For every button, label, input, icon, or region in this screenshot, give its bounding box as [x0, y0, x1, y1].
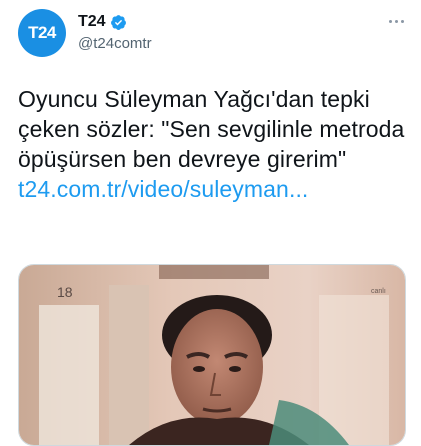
tweet-link[interactable]: t24.com.tr/video/suleyman...: [18, 174, 408, 204]
display-name-row: T24: [78, 12, 152, 32]
avatar[interactable]: T24: [18, 9, 66, 57]
tweet-body: Oyuncu Süleyman Yağcı'dan tepki çeken sö…: [18, 84, 408, 204]
video-still-illustration: 18 canlı: [19, 265, 405, 445]
user-handle[interactable]: @t24comtr: [78, 34, 152, 54]
display-name[interactable]: T24: [78, 12, 106, 32]
verified-badge-icon: [110, 14, 126, 30]
avatar-logo-text: T24: [28, 23, 56, 42]
tweet-header: T24 T24 @t24comtr: [18, 9, 408, 57]
author-names: T24 @t24comtr: [78, 12, 152, 54]
tweet-text: Oyuncu Süleyman Yağcı'dan tepki çeken sö…: [18, 86, 405, 172]
more-options-icon[interactable]: [384, 11, 408, 31]
corner-right-text: canlı: [371, 288, 386, 295]
corner-left-text: 18: [57, 284, 73, 300]
tweet-media-image[interactable]: 18 canlı: [18, 264, 406, 446]
